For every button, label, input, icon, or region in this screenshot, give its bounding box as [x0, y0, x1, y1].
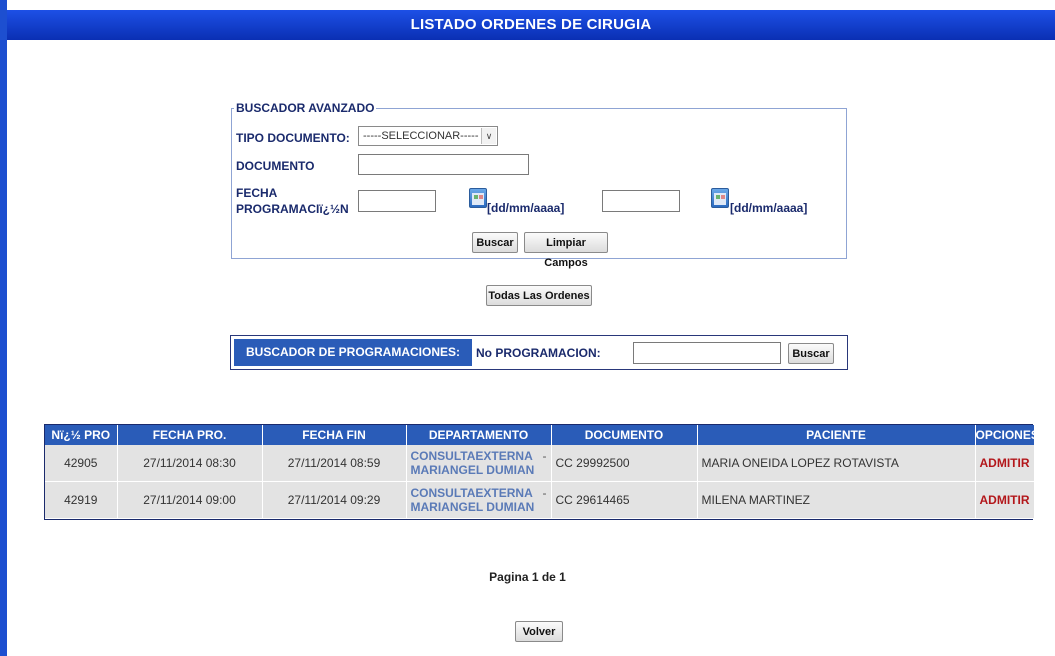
doc-type-selected-value: -----SELECCIONAR-----: [363, 130, 479, 142]
dept-word1: CONSULTA: [410, 449, 476, 463]
clear-fields-button[interactable]: Limpiar Campos: [524, 232, 608, 269]
dept-word2: EXTERNA: [475, 449, 533, 463]
cell-departamento: - CONSULTA EXTERNA MARIANGEL DUMIAN: [406, 481, 552, 519]
table-header-row: Nï¿½ PRO FECHA PRO. FECHA FIN DEPARTAMEN…: [45, 425, 1039, 445]
cell-fecha-fin: 27/11/2014 09:29: [262, 481, 407, 519]
table-row: 42919 27/11/2014 09:00 27/11/2014 09:29 …: [45, 481, 1034, 519]
search-button[interactable]: Buscar: [472, 232, 518, 253]
date-from-field[interactable]: [358, 190, 436, 212]
cell-documento: CC 29992500: [551, 445, 698, 482]
date-label-line1: FECHA: [236, 186, 278, 200]
orders-table: Nï¿½ PRO FECHA PRO. FECHA FIN DEPARTAMEN…: [44, 424, 1039, 520]
admit-link[interactable]: ADMITIR: [975, 481, 1034, 519]
programming-search-button[interactable]: Buscar: [788, 343, 834, 364]
column-header-opciones: OPCIONES: [975, 425, 1039, 445]
page-title: LISTADO ORDENES DE CIRUGIA: [7, 10, 1055, 40]
programming-number-field[interactable]: [633, 342, 781, 364]
column-header-num[interactable]: Nï¿½ PRO: [45, 425, 118, 445]
document-field[interactable]: [358, 154, 529, 175]
chevron-down-icon: ∨: [481, 128, 496, 144]
calendar-icon[interactable]: [469, 188, 487, 208]
table-row: 42905 27/11/2014 08:30 27/11/2014 08:59 …: [45, 445, 1034, 482]
all-orders-button[interactable]: Todas Las Ordenes: [486, 285, 592, 306]
document-label: DOCUMENTO: [236, 159, 315, 173]
admit-link[interactable]: ADMITIR: [975, 445, 1034, 482]
cell-num: 42919: [45, 481, 118, 519]
cell-paciente: MARIA ONEIDA LOPEZ ROTAVISTA: [697, 445, 976, 482]
dept-word2: EXTERNA: [475, 486, 533, 500]
date-label-line2: PROGRAMACIï¿½N: [236, 202, 349, 216]
dept-line2: MARIANGEL DUMIAN: [410, 463, 535, 477]
column-header-paciente[interactable]: PACIENTE: [697, 425, 976, 445]
column-header-fecha-pro[interactable]: FECHA PRO.: [117, 425, 263, 445]
cell-fecha-fin: 27/11/2014 08:59: [262, 445, 407, 482]
doc-type-select[interactable]: -----SELECCIONAR----- ∨: [358, 126, 498, 146]
dept-dash: -: [542, 486, 547, 500]
advanced-search-legend: BUSCADOR AVANZADO: [236, 101, 375, 115]
left-frame-border: [0, 0, 7, 656]
pagination-text: Pagina 1 de 1: [489, 570, 566, 584]
calendar-icon[interactable]: [711, 188, 729, 208]
cell-fecha-pro: 27/11/2014 09:00: [117, 481, 263, 519]
column-header-fecha-fin[interactable]: FECHA FIN: [262, 425, 407, 445]
date-format-hint-from: [dd/mm/aaaa]: [487, 201, 565, 215]
cell-departamento: - CONSULTA EXTERNA MARIANGEL DUMIAN: [406, 445, 552, 482]
cell-num: 42905: [45, 445, 118, 482]
cell-documento: CC 29614465: [551, 481, 698, 519]
column-header-documento[interactable]: DOCUMENTO: [551, 425, 698, 445]
programming-search-heading: BUSCADOR DE PROGRAMACIONES:: [234, 339, 472, 366]
cell-paciente: MILENA MARTINEZ: [697, 481, 976, 519]
column-header-departamento[interactable]: DEPARTAMENTO: [406, 425, 552, 445]
dept-word1: CONSULTA: [410, 486, 476, 500]
date-format-hint-to: [dd/mm/aaaa]: [730, 201, 808, 215]
programming-search-panel: BUSCADOR DE PROGRAMACIONES: No PROGRAMAC…: [230, 335, 848, 370]
cell-fecha-pro: 27/11/2014 08:30: [117, 445, 263, 482]
programming-number-label: No PROGRAMACION:: [476, 346, 601, 360]
date-to-field[interactable]: [602, 190, 680, 212]
dept-line2: MARIANGEL DUMIAN: [410, 500, 535, 514]
back-button[interactable]: Volver: [515, 621, 563, 642]
doc-type-label: TIPO DOCUMENTO:: [236, 131, 350, 145]
dept-dash: -: [542, 449, 547, 463]
